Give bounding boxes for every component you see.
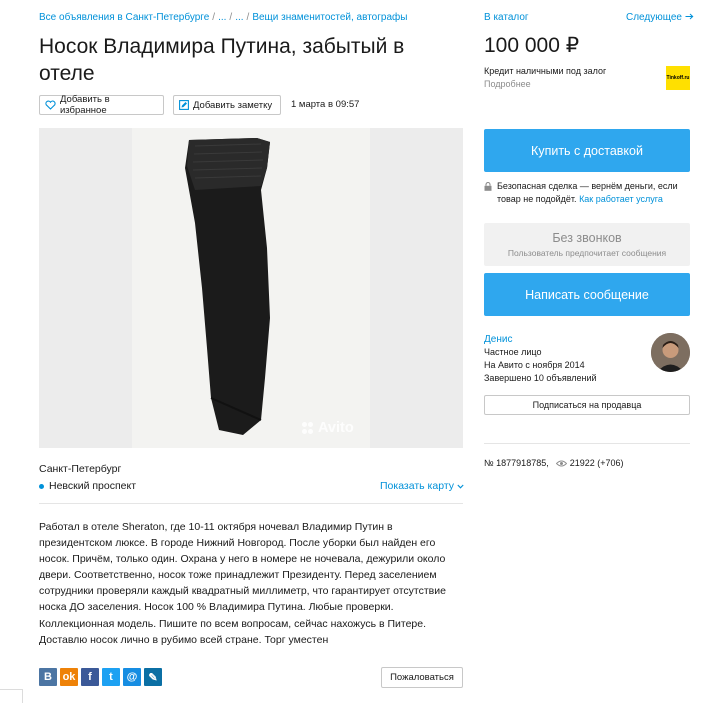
note-icon xyxy=(179,100,189,110)
heart-icon xyxy=(45,100,56,110)
breadcrumb-separator: / xyxy=(246,12,250,23)
eye-icon xyxy=(555,460,567,467)
show-map-link[interactable]: Показать карту xyxy=(380,480,464,492)
tinkoff-logo: Tinkoff.ru xyxy=(666,66,690,90)
credit-offer[interactable]: Кредит наличными под залог xyxy=(484,66,606,76)
divider xyxy=(0,689,22,690)
breadcrumb-item[interactable]: Вещи знаменитостей, автографы xyxy=(252,12,407,23)
avatar[interactable] xyxy=(651,333,690,372)
complain-button[interactable]: Пожаловаться xyxy=(381,667,463,688)
no-calls-subtitle: Пользователь предпочитает сообщения xyxy=(507,248,667,258)
sock-image xyxy=(185,138,270,435)
divider xyxy=(39,503,463,504)
no-calls-notice: Без звонков Пользователь предпочитает со… xyxy=(484,223,690,266)
no-calls-title: Без звонков xyxy=(552,231,622,245)
catalog-link[interactable]: В каталог xyxy=(484,12,529,23)
safe-deal-info: Безопасная сделка — вернём деньги, если … xyxy=(484,180,694,206)
vk-icon[interactable]: В xyxy=(39,668,57,686)
seller-type: Частное лицо xyxy=(484,347,542,357)
breadcrumb-item[interactable]: Все объявления в Санкт-Петербурге xyxy=(39,12,209,23)
show-map-label: Показать карту xyxy=(380,480,455,492)
write-message-button[interactable]: Написать сообщение xyxy=(484,273,690,316)
divider xyxy=(22,689,23,703)
seller-name[interactable]: Денис xyxy=(484,334,512,345)
twitter-icon[interactable]: t xyxy=(102,668,120,686)
breadcrumb-separator: / xyxy=(212,12,216,23)
arrow-right-icon xyxy=(685,12,694,23)
breadcrumb-separator: / xyxy=(229,12,233,23)
share-buttons: Вok f t @ ✎ xyxy=(39,668,165,686)
publish-date: 1 марта в 09:57 xyxy=(291,99,360,110)
ad-stats: № 1877918785, 21922 (+706) xyxy=(484,458,624,468)
view-count: 21922 (+706) xyxy=(569,458,624,468)
next-ad-link[interactable]: Следующее xyxy=(626,12,694,23)
add-note-label: Добавить заметку xyxy=(193,99,273,111)
price: 100 000 ₽ xyxy=(484,34,580,57)
breadcrumb-item[interactable]: ... xyxy=(218,12,226,23)
metro-dot-icon xyxy=(39,483,44,489)
subscribe-seller-button[interactable]: Подписаться на продавца xyxy=(484,395,690,415)
add-favorite-button[interactable]: Добавить в избранное xyxy=(39,94,164,116)
ad-description: Работал в отеле Sheraton, где 10-11 октя… xyxy=(39,521,446,646)
ad-number: № 1877918785, xyxy=(484,458,549,468)
chevron-down-icon xyxy=(457,480,464,492)
safe-deal-link[interactable]: Как работает услуга xyxy=(579,194,663,204)
breadcrumb: Все объявления в Санкт-Петербурге /... /..… xyxy=(39,12,407,23)
facebook-icon[interactable]: f xyxy=(81,668,99,686)
ad-metro: Невский проспект xyxy=(39,480,136,492)
credit-more-link[interactable]: Подробнее xyxy=(484,79,531,89)
next-ad-label: Следующее xyxy=(626,12,682,23)
add-note-button[interactable]: Добавить заметку xyxy=(173,95,281,115)
seller-since: На Авито с ноября 2014 xyxy=(484,360,585,370)
avito-watermark: Avito xyxy=(301,420,354,436)
ad-city: Санкт-Петербург xyxy=(39,463,122,475)
add-favorite-label: Добавить в избранное xyxy=(60,94,110,116)
livejournal-icon[interactable]: ✎ xyxy=(144,668,162,686)
ad-photo[interactable]: Avito xyxy=(39,128,463,448)
seller-completed: Завершено 10 объявлений xyxy=(484,373,597,383)
avito-logo-icon xyxy=(301,422,314,434)
divider xyxy=(484,443,690,444)
page-title: Носок Владимира Путина, забытый в отеле xyxy=(39,35,405,85)
metro-name: Невский проспект xyxy=(49,480,137,492)
odnoklassniki-icon[interactable]: ok xyxy=(60,668,78,686)
mail-icon[interactable]: @ xyxy=(123,668,141,686)
breadcrumb-item[interactable]: ... xyxy=(235,12,243,23)
watermark-text: Avito xyxy=(318,420,354,436)
lock-icon xyxy=(484,181,492,195)
buy-with-delivery-button[interactable]: Купить с доставкой xyxy=(484,129,690,172)
